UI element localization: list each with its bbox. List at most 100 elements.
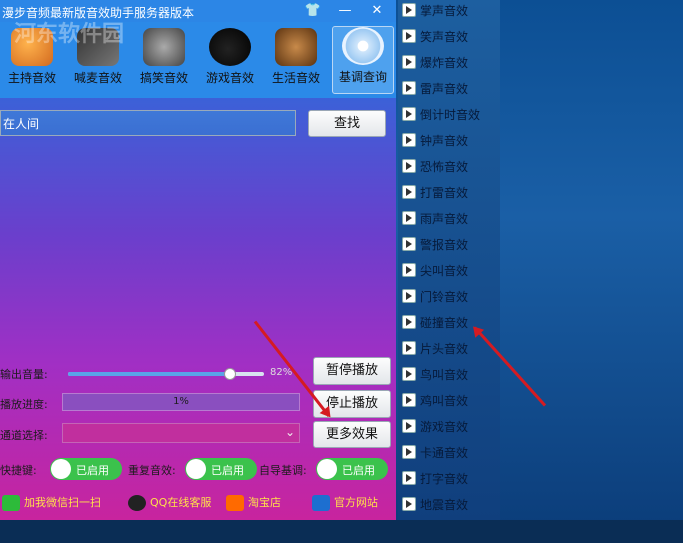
- effect-label: 碰撞音效: [420, 316, 469, 330]
- play-icon: [402, 393, 416, 407]
- taobao-link[interactable]: 淘宝店: [226, 494, 281, 511]
- effect-label: 钟声音效: [420, 134, 469, 148]
- hotkey-toggle[interactable]: 已启用: [50, 458, 122, 480]
- effect-label: 地震音效: [420, 498, 469, 512]
- effect-label: 笑声音效: [420, 30, 469, 44]
- effect-item[interactable]: 尖叫音效: [400, 262, 500, 286]
- qq-icon: [128, 495, 146, 511]
- search-input[interactable]: 在人间: [0, 110, 296, 136]
- play-icon: [402, 237, 416, 251]
- official-site-link[interactable]: 官方网站: [312, 494, 378, 511]
- watermark: 河东软件园: [14, 22, 125, 47]
- auto-key-label: 自导基调:: [259, 464, 307, 477]
- play-icon: [402, 497, 416, 511]
- effect-label: 警报音效: [420, 238, 469, 252]
- play-icon: [402, 263, 416, 277]
- effect-item[interactable]: 片头音效: [400, 340, 500, 364]
- effect-item[interactable]: 打雷音效: [400, 184, 500, 208]
- play-icon: [402, 445, 416, 459]
- tool-game-audio[interactable]: 游戏音效: [200, 28, 260, 94]
- more-effects-button[interactable]: 更多效果: [313, 421, 391, 448]
- qq-link[interactable]: QQ在线客服: [128, 494, 211, 511]
- play-icon: [402, 185, 416, 199]
- bomb-icon: [209, 28, 251, 66]
- toggle-knob: [51, 459, 71, 479]
- microphone-icon: [143, 28, 185, 66]
- effect-item[interactable]: 倒计时音效: [400, 106, 500, 130]
- taskbar: [0, 520, 683, 543]
- play-icon: [402, 315, 416, 329]
- wechat-link[interactable]: 加我微信扫一扫: [2, 494, 101, 511]
- effect-label: 爆炸音效: [420, 56, 469, 70]
- chevron-down-icon: ⌄: [284, 425, 295, 439]
- progress-value: 1%: [173, 396, 189, 407]
- effect-item[interactable]: 恐怖音效: [400, 158, 500, 182]
- effect-item[interactable]: 游戏音效: [400, 418, 500, 442]
- effect-label: 掌声音效: [420, 4, 469, 18]
- volume-fill: [68, 372, 229, 376]
- effect-label: 打字音效: [420, 472, 469, 486]
- effect-item[interactable]: 碰撞音效: [400, 314, 500, 338]
- effect-label: 雨声音效: [420, 212, 469, 226]
- auto-key-toggle[interactable]: 已启用: [316, 458, 388, 480]
- effect-label: 倒计时音效: [420, 108, 481, 122]
- tool-life-audio[interactable]: 生活音效: [266, 28, 326, 94]
- sound-assistant-window: 漫步音频最新版音效助手服务器版本 👕 — ✕ 主持音效 喊麦音效 搞笑音效 游戏…: [0, 0, 396, 520]
- effect-item[interactable]: 笑声音效: [400, 28, 500, 52]
- play-icon: [402, 211, 416, 225]
- play-icon: [402, 3, 416, 17]
- effect-label: 打雷音效: [420, 186, 469, 200]
- effect-item[interactable]: 打字音效: [400, 470, 500, 494]
- volume-slider[interactable]: [68, 368, 264, 380]
- close-button[interactable]: ✕: [364, 1, 390, 21]
- effect-label: 雷声音效: [420, 82, 469, 96]
- play-icon: [402, 419, 416, 433]
- minimize-button[interactable]: —: [332, 1, 358, 21]
- volume-label: 输出音量:: [0, 368, 48, 381]
- effect-label: 游戏音效: [420, 420, 469, 434]
- play-icon: [402, 81, 416, 95]
- effect-label: 卡通音效: [420, 446, 469, 460]
- play-icon: [402, 29, 416, 43]
- home-icon: [312, 495, 330, 511]
- tool-key-query[interactable]: 基调查询: [332, 26, 394, 94]
- effect-label: 片头音效: [420, 342, 469, 356]
- repeat-label: 重复音效:: [128, 464, 176, 477]
- effect-item[interactable]: 门铃音效: [400, 288, 500, 312]
- effect-item[interactable]: 地震音效: [400, 496, 500, 520]
- playback-progress[interactable]: 1%: [62, 393, 300, 411]
- volume-value: 82%: [270, 367, 293, 378]
- toggle-knob: [317, 459, 337, 479]
- effect-item[interactable]: 掌声音效: [400, 2, 500, 26]
- effect-item[interactable]: 雷声音效: [400, 80, 500, 104]
- pause-button[interactable]: 暂停播放: [313, 357, 391, 385]
- channel-select[interactable]: ⌄: [62, 423, 300, 443]
- repeat-toggle[interactable]: 已启用: [185, 458, 257, 480]
- effect-item[interactable]: 雨声音效: [400, 210, 500, 234]
- effect-label: 鸟叫音效: [420, 368, 469, 382]
- effect-item[interactable]: 爆炸音效: [400, 54, 500, 78]
- progress-label: 播放进度:: [0, 398, 48, 411]
- wechat-icon: [2, 495, 20, 511]
- effect-item[interactable]: 鸡叫音效: [400, 392, 500, 416]
- toggle-knob: [186, 459, 206, 479]
- play-icon: [402, 159, 416, 173]
- taobao-icon: [226, 495, 244, 511]
- play-icon: [402, 133, 416, 147]
- effect-label: 恐怖音效: [420, 160, 469, 174]
- effect-item[interactable]: 卡通音效: [400, 444, 500, 468]
- volume-knob[interactable]: [223, 368, 236, 380]
- skin-icon[interactable]: 👕: [300, 1, 326, 21]
- effect-item[interactable]: 鸟叫音效: [400, 366, 500, 390]
- effect-label: 鸡叫音效: [420, 394, 469, 408]
- tool-funny-audio[interactable]: 搞笑音效: [134, 28, 194, 94]
- search-button[interactable]: 查找: [308, 110, 386, 137]
- disc-icon: [342, 27, 384, 65]
- hotkey-label: 快捷键:: [0, 464, 37, 477]
- effect-item[interactable]: 钟声音效: [400, 132, 500, 156]
- play-icon: [402, 289, 416, 303]
- play-icon: [402, 341, 416, 355]
- effect-item[interactable]: 警报音效: [400, 236, 500, 260]
- play-icon: [402, 471, 416, 485]
- effect-label: 门铃音效: [420, 290, 469, 304]
